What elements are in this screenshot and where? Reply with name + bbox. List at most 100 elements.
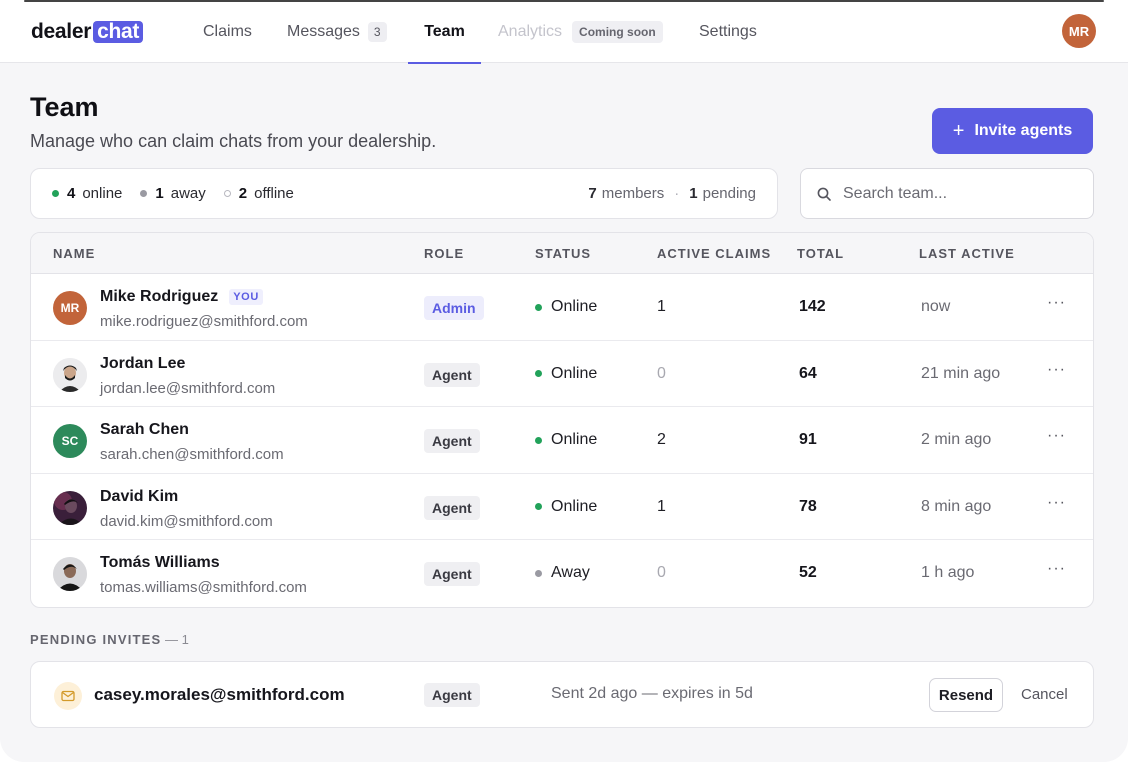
person-photo-icon bbox=[53, 490, 87, 525]
user-avatar[interactable]: MR bbox=[1062, 14, 1096, 48]
header-active-claims[interactable]: ACTIVE CLAIMS bbox=[657, 246, 771, 261]
status: Online bbox=[535, 298, 597, 316]
search-icon bbox=[817, 187, 831, 201]
last-active: 2 min ago bbox=[921, 431, 992, 449]
nav-team-label: Team bbox=[424, 22, 465, 40]
more-options-icon[interactable]: ··· bbox=[1047, 494, 1066, 512]
role-badge: Admin bbox=[424, 296, 484, 320]
mail-icon bbox=[54, 682, 82, 710]
plus-icon: + bbox=[952, 120, 965, 142]
table-row[interactable]: Jordan Lee jordan.lee@smithford.com Agen… bbox=[31, 341, 1093, 408]
away-count: 1 bbox=[155, 185, 164, 202]
pending-invites-heading: PENDING INVITES bbox=[30, 632, 162, 647]
member-email: mike.rodriguez@smithford.com bbox=[100, 313, 308, 330]
table-row[interactable]: Tomás Williams tomas.williams@smithford.… bbox=[31, 540, 1093, 607]
header-name[interactable]: NAME bbox=[53, 246, 95, 261]
pending-invites-count: — 1 bbox=[165, 632, 189, 647]
more-options-icon[interactable]: ··· bbox=[1047, 427, 1066, 445]
member-name-wrap: David Kim bbox=[100, 488, 178, 506]
nav-messages[interactable]: Messages 3 bbox=[287, 0, 387, 63]
more-options-icon[interactable]: ··· bbox=[1047, 361, 1066, 379]
last-active: 1 h ago bbox=[921, 564, 975, 582]
header-last-active[interactable]: LAST ACTIVE bbox=[919, 246, 1015, 261]
header-status[interactable]: STATUS bbox=[535, 246, 591, 261]
status-dot-icon bbox=[535, 303, 542, 311]
brand-logo[interactable]: dealer chat bbox=[31, 19, 144, 45]
offline-count: 2 bbox=[238, 185, 248, 202]
avatar: SC bbox=[53, 424, 87, 459]
avatar bbox=[53, 557, 87, 592]
online-dot-icon bbox=[52, 190, 59, 197]
stat-online: 4 online bbox=[52, 185, 122, 202]
coming-soon-badge: Coming soon bbox=[572, 20, 663, 43]
status: Away bbox=[535, 564, 590, 582]
table-row[interactable]: David Kim david.kim@smithford.com Agent … bbox=[31, 474, 1093, 541]
cancel-invite-button[interactable]: Cancel bbox=[1021, 686, 1068, 703]
more-options-icon[interactable]: ··· bbox=[1047, 294, 1066, 312]
invite-sent-status: Sent 2d ago — expires in 5d bbox=[551, 685, 753, 702]
member-email: jordan.lee@smithford.com bbox=[100, 379, 276, 397]
status: Online bbox=[535, 431, 597, 449]
total-claims: 64 bbox=[799, 364, 817, 382]
search-input[interactable] bbox=[843, 184, 1073, 203]
total-claims: 78 bbox=[799, 497, 817, 515]
last-active: now bbox=[921, 298, 951, 315]
member-email: david.kim@smithford.com bbox=[100, 512, 273, 530]
member-name: David Kim bbox=[100, 487, 179, 505]
header-role[interactable]: ROLE bbox=[424, 246, 464, 261]
status-label: Away bbox=[551, 564, 590, 582]
active-claims: 1 bbox=[657, 298, 666, 315]
nav-settings[interactable]: Settings bbox=[699, 0, 757, 63]
invite-email: casey.morales@smithford.com bbox=[94, 685, 345, 704]
person-photo-icon bbox=[53, 557, 87, 592]
avatar: MR bbox=[53, 291, 87, 325]
member-name: Sarah Chen bbox=[100, 421, 189, 439]
status-dot-icon bbox=[535, 503, 542, 511]
away-label: away bbox=[170, 185, 206, 202]
search-team-field[interactable] bbox=[800, 168, 1094, 219]
avatar bbox=[53, 490, 87, 525]
pending-count: 1 bbox=[689, 185, 698, 202]
member-name: Tomás Williams bbox=[100, 554, 220, 572]
you-badge: YOU bbox=[229, 289, 263, 305]
messages-count-badge: 3 bbox=[367, 21, 387, 42]
nav-claims[interactable]: Claims bbox=[203, 0, 252, 63]
page-title: Team bbox=[30, 92, 99, 122]
member-email: sarah.chen@smithford.com bbox=[100, 446, 284, 464]
member-name: Mike Rodriguez bbox=[100, 288, 219, 305]
status-dot-icon bbox=[535, 370, 542, 378]
total-claims: 142 bbox=[799, 298, 826, 315]
away-dot-icon bbox=[140, 190, 148, 197]
active-claims: 2 bbox=[657, 431, 666, 449]
stat-offline: 2 offline bbox=[223, 185, 294, 202]
team-table: NAME ROLE STATUS ACTIVE CLAIMS TOTAL LAS… bbox=[30, 232, 1094, 608]
member-name-wrap: Jordan Lee bbox=[100, 355, 185, 373]
resend-button[interactable]: Resend bbox=[929, 678, 1003, 712]
invite-agents-button[interactable]: + Invite agents bbox=[932, 108, 1093, 154]
nav-messages-label: Messages bbox=[287, 22, 360, 40]
active-claims: 0 bbox=[657, 564, 666, 582]
header-total[interactable]: TOTAL bbox=[797, 246, 844, 261]
active-claims: 0 bbox=[657, 364, 666, 382]
status-dot-icon bbox=[535, 436, 542, 444]
status: Online bbox=[535, 498, 597, 516]
total-claims: 91 bbox=[799, 431, 817, 449]
status: Online bbox=[535, 365, 597, 383]
member-summary: 7 members · 1 pending bbox=[588, 185, 756, 202]
team-stats-bar: 4 online 1 away 2 offline 7 members · 1 … bbox=[30, 168, 778, 219]
active-claims: 1 bbox=[657, 497, 666, 515]
more-options-icon[interactable]: ··· bbox=[1047, 560, 1066, 578]
role-badge: Agent bbox=[424, 683, 480, 707]
table-row[interactable]: SC Sarah Chen sarah.chen@smithford.com A… bbox=[31, 407, 1093, 474]
nav-analytics: Analytics Coming soon bbox=[498, 0, 663, 63]
role-badge: Agent bbox=[424, 429, 480, 454]
table-row[interactable]: MR Mike Rodriguez YOU mike.rodriguez@smi… bbox=[31, 274, 1093, 341]
role-badge: Agent bbox=[424, 362, 480, 387]
members-label: members bbox=[601, 185, 665, 202]
logo-word-dealer: dealer bbox=[31, 20, 92, 43]
summary-separator: · bbox=[674, 185, 680, 202]
nav-team[interactable]: Team bbox=[408, 0, 481, 64]
invite-agents-label: Invite agents bbox=[974, 122, 1073, 139]
online-count: 4 bbox=[67, 185, 76, 202]
member-name-wrap: Mike Rodriguez YOU bbox=[100, 288, 263, 306]
